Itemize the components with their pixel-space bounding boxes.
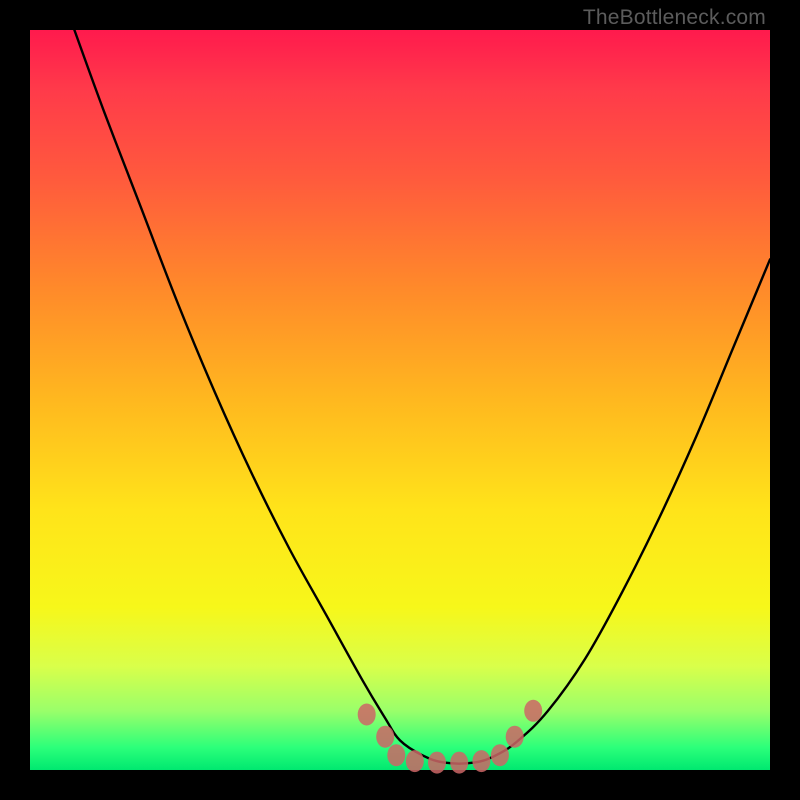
curve-marker	[387, 744, 405, 766]
curve-marker	[358, 704, 376, 726]
bottleneck-curve	[74, 30, 770, 764]
curve-marker	[472, 750, 490, 772]
curve-marker	[428, 752, 446, 774]
curve-marker	[506, 726, 524, 748]
curve-marker	[376, 726, 394, 748]
curve-marker	[491, 744, 509, 766]
watermark-text: TheBottleneck.com	[583, 6, 766, 30]
plot-area	[30, 30, 770, 770]
curve-marker	[524, 700, 542, 722]
curve-marker	[450, 752, 468, 774]
curve-marker	[406, 750, 424, 772]
chart-frame: TheBottleneck.com	[0, 0, 800, 800]
bottleneck-curve-svg	[30, 30, 770, 770]
